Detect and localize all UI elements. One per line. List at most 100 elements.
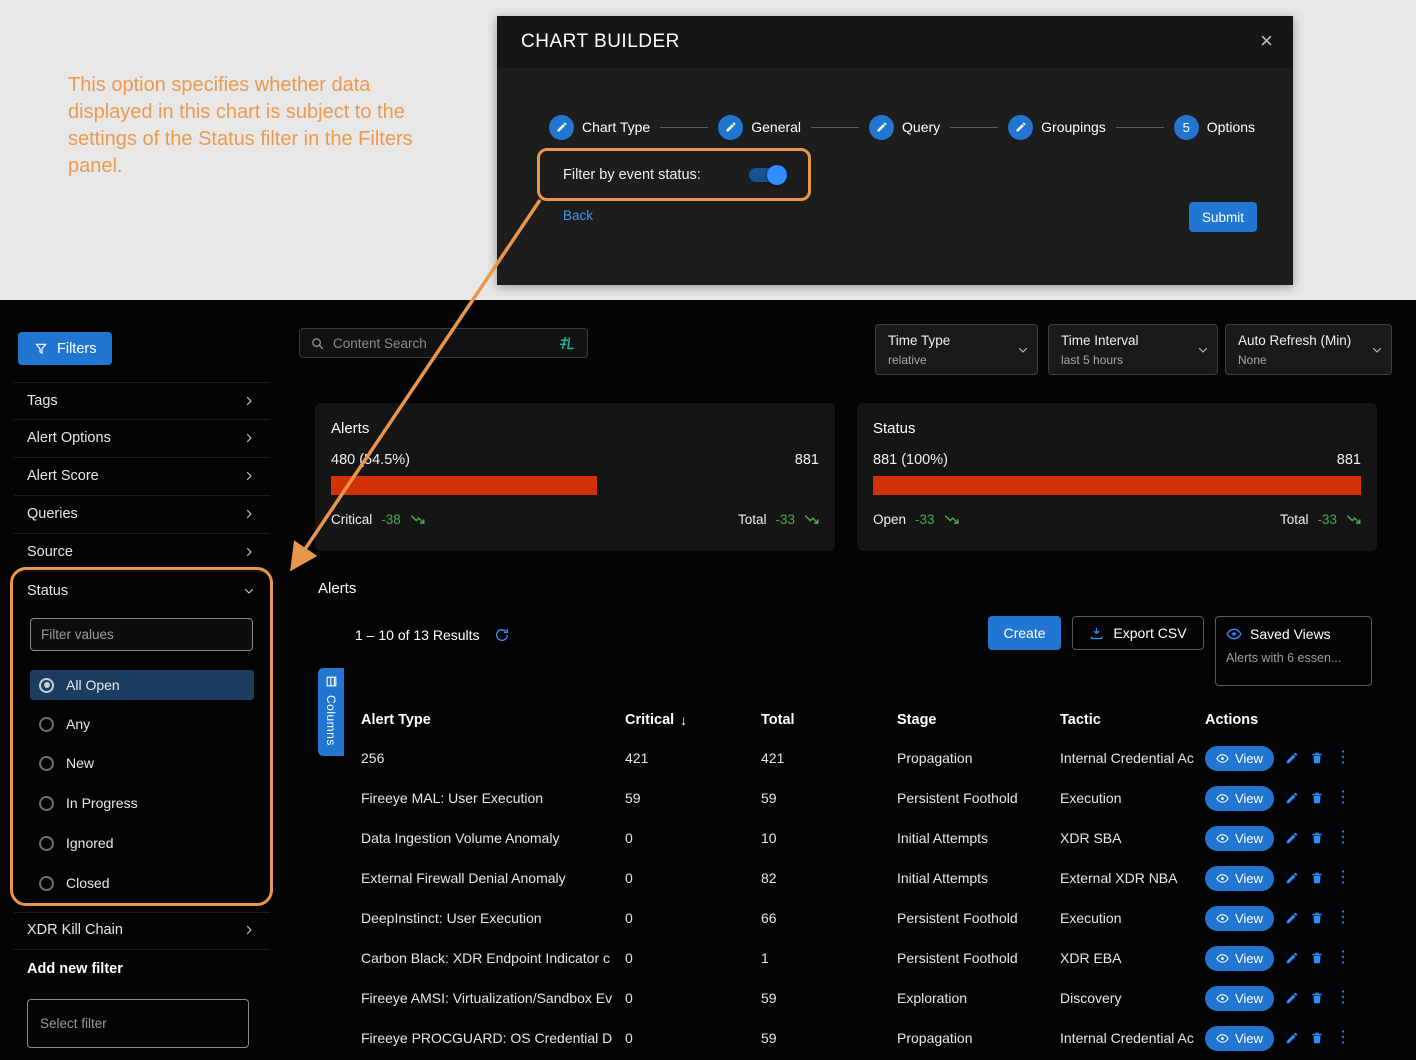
alert-type-cell: Fireeye MAL: User Execution: [361, 790, 616, 806]
sidebar-item-alert-score[interactable]: Alert Score: [27, 464, 255, 488]
filter-by-event-status-row: Filter by event status:: [563, 162, 789, 188]
step-groupings[interactable]: Groupings: [1008, 115, 1106, 140]
view-button[interactable]: View: [1205, 826, 1274, 851]
view-button[interactable]: View: [1205, 986, 1274, 1011]
sidebar-item-tags[interactable]: Tags: [27, 389, 255, 413]
view-button[interactable]: View: [1205, 906, 1274, 931]
content-search[interactable]: [299, 328, 588, 358]
card-footer-label: Critical: [331, 512, 372, 527]
modal-header: CHART BUILDER: [497, 16, 1293, 68]
submit-button[interactable]: Submit: [1189, 202, 1257, 232]
create-button[interactable]: Create: [988, 616, 1061, 650]
export-csv-button[interactable]: Export CSV: [1072, 616, 1204, 650]
kebab-menu-icon[interactable]: ⋮: [1335, 950, 1351, 966]
time-interval-dropdown[interactable]: Time Interval last 5 hours: [1048, 324, 1218, 375]
columns-button[interactable]: Columns: [318, 668, 344, 756]
sidebar-item-status[interactable]: Status: [27, 579, 255, 603]
sidebar-item-xdr-kill-chain[interactable]: XDR Kill Chain: [27, 918, 255, 942]
download-icon: [1089, 626, 1104, 641]
search-input[interactable]: [333, 336, 549, 351]
back-link[interactable]: Back: [563, 208, 593, 223]
delete-icon[interactable]: [1310, 911, 1324, 925]
close-icon[interactable]: ×: [1260, 30, 1273, 52]
total-cell: 59: [761, 790, 897, 806]
actions-cell: View ⋮: [1205, 866, 1401, 891]
kebab-menu-icon[interactable]: ⋮: [1335, 830, 1351, 846]
card-footer-label: Total: [1280, 512, 1309, 527]
status-option-ignored[interactable]: Ignored: [30, 828, 254, 858]
chevron-right-icon: [243, 546, 255, 558]
status-option-all-open[interactable]: All Open: [30, 670, 254, 700]
sidebar-item-source[interactable]: Source: [27, 540, 255, 564]
status-option-new[interactable]: New: [30, 748, 254, 778]
chevron-right-icon: [243, 924, 255, 936]
refresh-icon[interactable]: [494, 627, 510, 643]
delete-icon[interactable]: [1310, 831, 1324, 845]
query-syntax-icon[interactable]: [557, 336, 577, 350]
step-connector: [660, 127, 708, 128]
critical-cell: 0: [625, 990, 761, 1006]
view-button[interactable]: View: [1205, 746, 1274, 771]
eye-icon: [1216, 952, 1229, 965]
kebab-menu-icon[interactable]: ⋮: [1335, 790, 1351, 806]
column-header-total[interactable]: Total: [761, 712, 897, 728]
column-header-stage[interactable]: Stage: [897, 712, 1060, 728]
filter-by-event-status-toggle[interactable]: [749, 168, 783, 182]
time-type-dropdown[interactable]: Time Type relative: [875, 324, 1038, 375]
edit-icon[interactable]: [1285, 911, 1299, 925]
delete-icon[interactable]: [1310, 1031, 1324, 1045]
status-option-label: In Progress: [66, 795, 138, 811]
status-option-any[interactable]: Any: [30, 709, 254, 739]
step-connector: [1116, 127, 1164, 128]
delete-icon[interactable]: [1310, 791, 1324, 805]
sidebar-item-alert-options[interactable]: Alert Options: [27, 426, 255, 450]
edit-icon[interactable]: [1285, 991, 1299, 1005]
step-query[interactable]: Query: [869, 115, 940, 140]
sort-descending-icon[interactable]: ↓: [680, 712, 687, 728]
delete-icon[interactable]: [1310, 951, 1324, 965]
status-option-closed[interactable]: Closed: [30, 868, 254, 898]
table-row: Fireeye PROCGUARD: OS Credential D 0 59 …: [361, 1018, 1401, 1058]
sidebar-item-label: Alert Options: [27, 430, 111, 446]
column-header-tactic[interactable]: Tactic: [1060, 712, 1205, 728]
sidebar-item-label: Tags: [27, 393, 58, 409]
auto-refresh-dropdown[interactable]: Auto Refresh (Min) None: [1225, 324, 1392, 375]
annotation-text: This option specifies whether data displ…: [68, 72, 456, 180]
delete-icon[interactable]: [1310, 991, 1324, 1005]
status-option-label: New: [66, 755, 94, 771]
delete-icon[interactable]: [1310, 751, 1324, 765]
step-chart-type[interactable]: Chart Type: [549, 115, 650, 140]
table-row: Fireeye MAL: User Execution 59 59 Persis…: [361, 778, 1401, 818]
kebab-menu-icon[interactable]: ⋮: [1335, 750, 1351, 766]
kebab-menu-icon[interactable]: ⋮: [1335, 1030, 1351, 1046]
edit-icon[interactable]: [1285, 1031, 1299, 1045]
alert-type-cell: Fireeye AMSI: Virtualization/Sandbox Ev: [361, 990, 616, 1006]
status-option-in-progress[interactable]: In Progress: [30, 788, 254, 818]
edit-icon[interactable]: [1285, 791, 1299, 805]
tactic-cell: XDR EBA: [1060, 950, 1200, 966]
critical-cell: 0: [625, 1030, 761, 1046]
pencil-icon: [549, 115, 574, 140]
filter-values-input[interactable]: [30, 618, 253, 651]
view-button[interactable]: View: [1205, 946, 1274, 971]
step-options[interactable]: 5 Options: [1174, 115, 1255, 140]
saved-views-button[interactable]: Saved Views Alerts with 6 essen...: [1215, 616, 1372, 686]
filters-button[interactable]: Filters: [18, 332, 112, 365]
select-filter-input[interactable]: [27, 999, 249, 1048]
sidebar-item-queries[interactable]: Queries: [27, 502, 255, 526]
kebab-menu-icon[interactable]: ⋮: [1335, 990, 1351, 1006]
column-header-critical[interactable]: Critical ↓: [625, 712, 761, 728]
edit-icon[interactable]: [1285, 831, 1299, 845]
view-button[interactable]: View: [1205, 866, 1274, 891]
view-button[interactable]: View: [1205, 1026, 1274, 1051]
edit-icon[interactable]: [1285, 951, 1299, 965]
results-count: 1 – 10 of 13 Results: [355, 627, 480, 643]
kebab-menu-icon[interactable]: ⋮: [1335, 870, 1351, 886]
step-general[interactable]: General: [718, 115, 801, 140]
delete-icon[interactable]: [1310, 871, 1324, 885]
view-button[interactable]: View: [1205, 786, 1274, 811]
edit-icon[interactable]: [1285, 751, 1299, 765]
edit-icon[interactable]: [1285, 871, 1299, 885]
kebab-menu-icon[interactable]: ⋮: [1335, 910, 1351, 926]
column-header-alert-type[interactable]: Alert Type: [361, 712, 625, 728]
